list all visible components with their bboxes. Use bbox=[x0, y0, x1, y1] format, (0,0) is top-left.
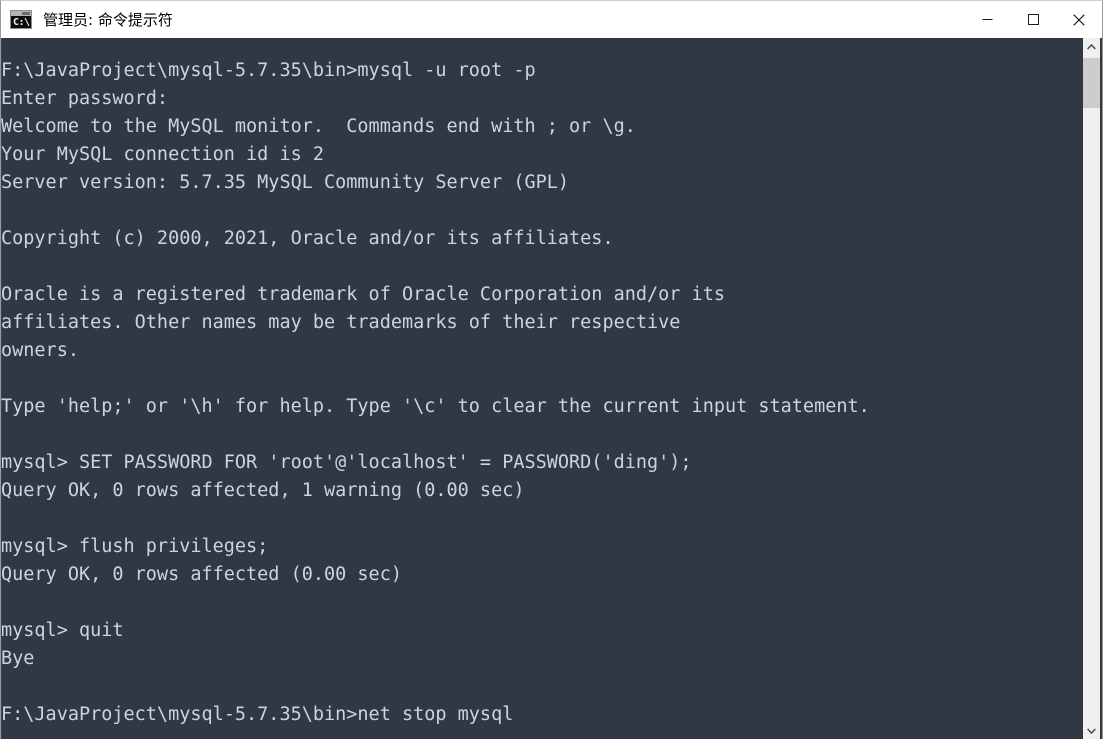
console-line: Your MySQL connection id is 2 bbox=[1, 144, 325, 165]
console-line: Type 'help;' or '\h' for help. Type '\c'… bbox=[1, 396, 870, 417]
console-line: Copyright (c) 2000, 2021, Oracle and/or … bbox=[1, 228, 614, 249]
close-button[interactable] bbox=[1056, 1, 1102, 38]
window-titlebar[interactable]: C:\ 管理员: 命令提示符 bbox=[1, 1, 1102, 38]
console-line: Query OK, 0 rows affected (0.00 sec) bbox=[1, 564, 402, 585]
scroll-down-arrow-icon[interactable] bbox=[1083, 722, 1100, 739]
minimize-button[interactable] bbox=[964, 1, 1010, 38]
console-line: F:\JavaProject\mysql-5.7.35\bin>net stop… bbox=[1, 704, 514, 725]
console-line: Server version: 5.7.35 MySQL Community S… bbox=[1, 172, 570, 193]
minimize-icon bbox=[982, 19, 992, 20]
cmd-console-icon: C:\ bbox=[10, 10, 32, 29]
console-text-buffer: F:\JavaProject\mysql-5.7.35\bin>mysql -u… bbox=[1, 38, 1080, 739]
close-icon bbox=[1073, 13, 1085, 26]
scroll-up-arrow-icon[interactable] bbox=[1083, 38, 1100, 55]
command-prompt-window: C:\ 管理员: 命令提示符 F:\JavaProject\mysql-5.7.… bbox=[0, 0, 1103, 739]
cmd-icon-prompt-text: C:\ bbox=[13, 17, 30, 28]
console-line: Bye bbox=[1, 648, 35, 669]
console-line: affiliates. Other names may be trademark… bbox=[1, 312, 681, 333]
console-line: mysql> flush privileges; bbox=[1, 536, 269, 557]
console-line: F:\JavaProject\mysql-5.7.35\bin>mysql -u… bbox=[1, 60, 536, 81]
window-controls bbox=[964, 1, 1102, 38]
console-line: mysql> SET PASSWORD FOR 'root'@'localhos… bbox=[1, 452, 692, 473]
titlebar-left-group: C:\ 管理员: 命令提示符 bbox=[1, 10, 964, 29]
console-line: Enter password: bbox=[1, 88, 169, 109]
maximize-icon bbox=[1027, 14, 1039, 25]
console-line: owners. bbox=[1, 340, 79, 361]
console-output-area[interactable]: F:\JavaProject\mysql-5.7.35\bin>mysql -u… bbox=[1, 38, 1102, 739]
console-scrollbar[interactable] bbox=[1083, 38, 1100, 739]
scrollbar-thumb[interactable] bbox=[1083, 58, 1100, 108]
console-line: Query OK, 0 rows affected, 1 warning (0.… bbox=[1, 480, 525, 501]
window-title: 管理员: 命令提示符 bbox=[43, 10, 173, 29]
console-line: mysql> quit bbox=[1, 620, 124, 641]
console-line: Welcome to the MySQL monitor. Commands e… bbox=[1, 116, 636, 137]
console-line: Oracle is a registered trademark of Orac… bbox=[1, 284, 725, 305]
maximize-button[interactable] bbox=[1010, 1, 1056, 38]
